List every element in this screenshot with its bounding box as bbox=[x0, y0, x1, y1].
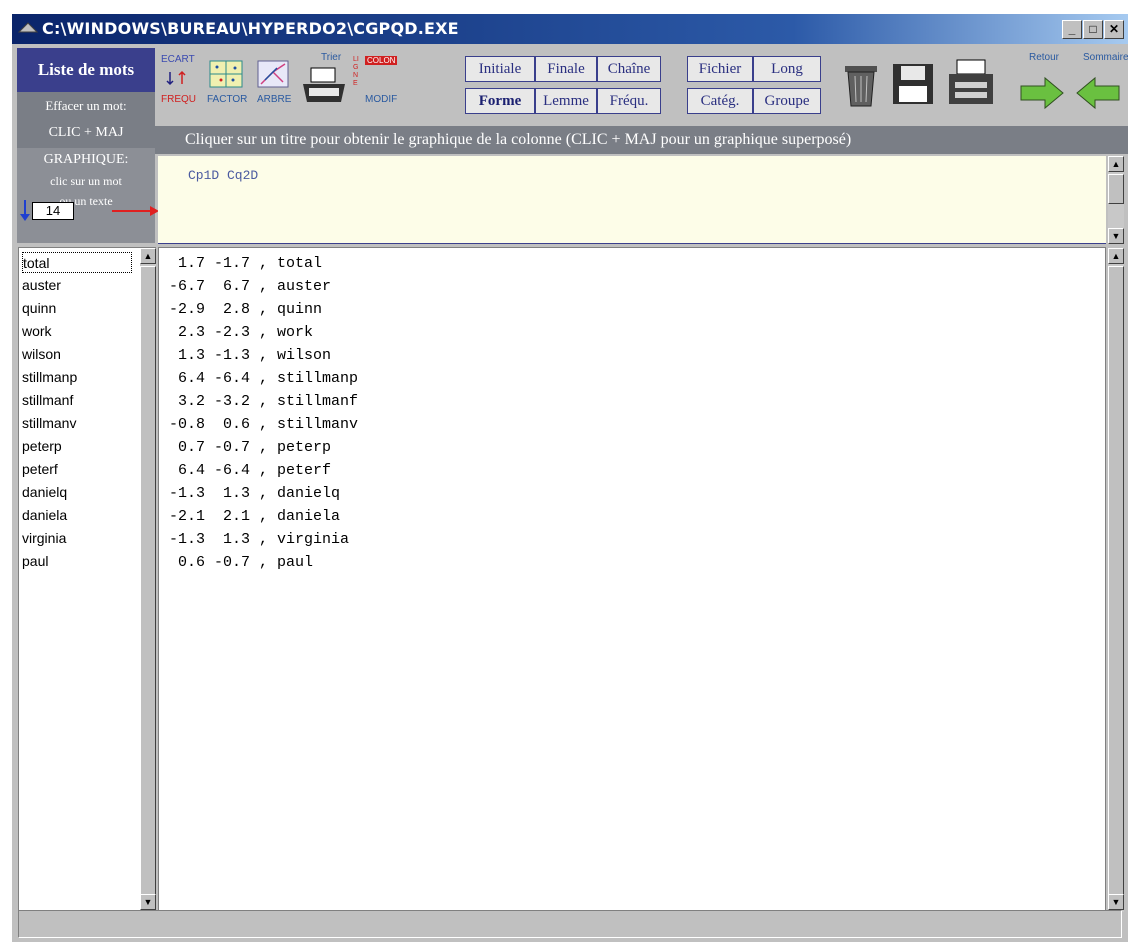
graphique-box: GRAPHIQUE: clic sur un mot ou un texte bbox=[17, 148, 155, 243]
forme-button[interactable]: Forme bbox=[465, 88, 535, 114]
retour-label: Retour bbox=[1029, 52, 1060, 63]
word-list-item[interactable]: danielq bbox=[22, 482, 132, 503]
word-list-item[interactable]: daniela bbox=[22, 505, 132, 526]
arrows-updown-icon bbox=[166, 70, 186, 86]
effacer-label: Effacer un mot: bbox=[17, 94, 155, 118]
scroll-down-icon[interactable]: ▼ bbox=[140, 894, 156, 910]
word-list-item[interactable]: paul bbox=[22, 551, 132, 572]
word-list-item[interactable]: stillmanv bbox=[22, 413, 132, 434]
scroll-up-icon[interactable]: ▲ bbox=[1108, 248, 1124, 264]
groupe-button[interactable]: Groupe bbox=[753, 88, 821, 114]
word-list-item[interactable]: peterp bbox=[22, 436, 132, 457]
printer-sort-icon bbox=[303, 67, 345, 102]
arbre-label: ARBRE bbox=[257, 94, 292, 105]
sommaire-label: Sommaire bbox=[1083, 52, 1128, 63]
scroll-thumb[interactable] bbox=[140, 266, 156, 896]
data-scrollbar[interactable]: ▲ ▼ bbox=[1108, 248, 1124, 912]
data-row[interactable]: -1.3 1.3 , danielq bbox=[169, 482, 340, 505]
column-headers[interactable]: Cp1D Cq2D bbox=[188, 168, 258, 183]
tree-icon bbox=[257, 60, 289, 88]
data-row[interactable]: 3.2 -3.2 , stillmanf bbox=[169, 390, 358, 413]
app-icon bbox=[18, 22, 38, 33]
data-row[interactable]: -2.9 2.8 , quinn bbox=[169, 298, 322, 321]
data-row[interactable]: -1.3 1.3 , virginia bbox=[169, 528, 349, 551]
window-title: C:\WINDOWS\BUREAU\HYPERDO2\CGPQD.EXE bbox=[42, 19, 459, 38]
status-bar bbox=[18, 910, 1122, 938]
data-row[interactable]: 6.4 -6.4 , stillmanp bbox=[169, 367, 358, 390]
frequ-label: FREQU bbox=[161, 94, 196, 105]
data-row[interactable]: 0.7 -0.7 , peterp bbox=[169, 436, 331, 459]
minimize-button[interactable]: _ bbox=[1062, 20, 1082, 39]
long-button[interactable]: Long bbox=[753, 56, 821, 82]
arrow-left-green-icon bbox=[1076, 76, 1120, 110]
fichier-button[interactable]: Fichier bbox=[687, 56, 753, 82]
sommaire-button[interactable]: Sommaire bbox=[1071, 50, 1128, 120]
trier-button[interactable]: Trier bbox=[297, 52, 349, 118]
liste-mots-button[interactable]: Liste de mots bbox=[17, 48, 155, 92]
graphique-hint-line1: clic sur un mot bbox=[50, 174, 122, 188]
colon-modif-button[interactable]: LIGNE COLON MODIF bbox=[351, 52, 405, 118]
toolbar: ECART FREQU FACTOR ARBRE Trier LIGNE COL… bbox=[155, 48, 1128, 126]
arrow-down-icon bbox=[20, 200, 30, 221]
word-list-item[interactable]: virginia bbox=[22, 528, 132, 549]
clic-maj-label: CLIC + MAJ bbox=[17, 120, 155, 146]
save-icon[interactable] bbox=[891, 62, 935, 106]
data-row[interactable]: -2.1 2.1 , daniela bbox=[169, 505, 340, 528]
scroll-thumb[interactable] bbox=[1108, 174, 1124, 204]
word-list-item[interactable]: peterf bbox=[22, 459, 132, 480]
data-row[interactable]: -6.7 6.7 , auster bbox=[169, 275, 331, 298]
number-field[interactable]: 14 bbox=[32, 202, 74, 220]
word-list-item[interactable]: stillmanf bbox=[22, 390, 132, 411]
word-list-item[interactable]: wilson bbox=[22, 344, 132, 365]
scroll-up-icon[interactable]: ▲ bbox=[1108, 156, 1124, 172]
colon-label: COLON bbox=[365, 56, 398, 65]
title-bar[interactable]: C:\WINDOWS\BUREAU\HYPERDO2\CGPQD.EXE _ □… bbox=[12, 14, 1128, 44]
ecart-frequ-button[interactable]: ECART FREQU bbox=[161, 52, 201, 118]
factor-button[interactable]: FACTOR bbox=[205, 52, 249, 118]
data-row[interactable]: -0.8 0.6 , stillmanv bbox=[169, 413, 358, 436]
word-list-scrollbar[interactable]: ▲ ▼ bbox=[140, 248, 156, 912]
factor-grid-icon bbox=[209, 60, 243, 88]
word-list-item[interactable]: auster bbox=[22, 275, 132, 296]
data-row[interactable]: 2.3 -2.3 , work bbox=[169, 321, 313, 344]
data-row[interactable]: 6.4 -6.4 , peterf bbox=[169, 459, 331, 482]
frequ-sort-button[interactable]: Fréqu. bbox=[597, 88, 661, 114]
modif-label: MODIF bbox=[365, 94, 398, 105]
data-row[interactable]: 1.3 -1.3 , wilson bbox=[169, 344, 331, 367]
arrow-right-icon bbox=[112, 206, 159, 216]
scroll-thumb[interactable] bbox=[1108, 266, 1124, 896]
categ-button[interactable]: Catég. bbox=[687, 88, 753, 114]
initiale-button[interactable]: Initiale bbox=[465, 56, 535, 82]
data-row[interactable]: 0.6 -0.7 , paul bbox=[169, 551, 313, 574]
column-header-area: Cp1D Cq2D bbox=[158, 156, 1106, 244]
arrow-right-green-icon bbox=[1020, 76, 1064, 110]
ligne-label: LIGNE bbox=[353, 56, 359, 87]
word-list-item[interactable]: quinn bbox=[22, 298, 132, 319]
data-row[interactable]: 1.7 -1.7 , total bbox=[169, 252, 322, 275]
print-icon[interactable] bbox=[947, 58, 995, 110]
retour-button[interactable]: Retour bbox=[1015, 50, 1069, 120]
chaine-button[interactable]: Chaîne bbox=[597, 56, 661, 82]
lemme-button[interactable]: Lemme bbox=[535, 88, 597, 114]
graphique-title: GRAPHIQUE: bbox=[43, 152, 129, 167]
instruction-bar: Cliquer sur un titre pour obtenir le gra… bbox=[155, 126, 1128, 154]
word-list-item[interactable]: stillmanp bbox=[22, 367, 132, 388]
header-scrollbar[interactable]: ▲ ▼ bbox=[1108, 156, 1124, 244]
factor-label: FACTOR bbox=[207, 94, 248, 105]
application-window: C:\WINDOWS\BUREAU\HYPERDO2\CGPQD.EXE _ □… bbox=[12, 14, 1128, 942]
close-button[interactable]: ✕ bbox=[1104, 20, 1124, 39]
scroll-down-icon[interactable]: ▼ bbox=[1108, 894, 1124, 910]
finale-button[interactable]: Finale bbox=[535, 56, 597, 82]
scroll-up-icon[interactable]: ▲ bbox=[140, 248, 156, 264]
maximize-button[interactable]: □ bbox=[1083, 20, 1103, 39]
word-list-item[interactable]: total bbox=[22, 252, 132, 273]
data-area: 1.7 -1.7 , total -6.7 6.7 , auster -2.9 2.… bbox=[158, 247, 1106, 913]
trash-icon[interactable] bbox=[841, 60, 881, 108]
trier-label: Trier bbox=[321, 52, 342, 63]
word-list: total auster quinn work wilson stillmanp still… bbox=[18, 247, 156, 913]
ecart-label: ECART bbox=[161, 54, 195, 65]
arbre-button[interactable]: ARBRE bbox=[251, 52, 295, 118]
scroll-down-icon[interactable]: ▼ bbox=[1108, 228, 1124, 244]
word-list-item[interactable]: work bbox=[22, 321, 132, 342]
